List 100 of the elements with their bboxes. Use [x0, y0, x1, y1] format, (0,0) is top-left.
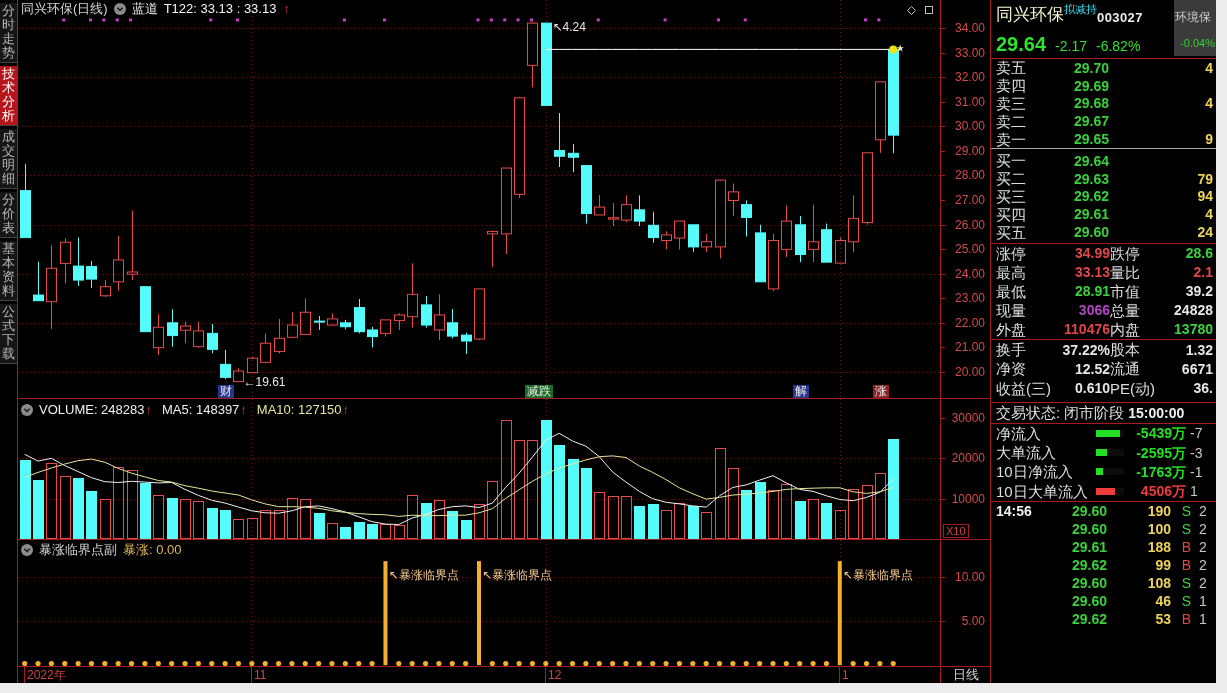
sidebar-tab[interactable]: 分时走势	[0, 3, 17, 63]
candlestick	[781, 205, 792, 258]
stat-value: 39.2	[1185, 283, 1213, 300]
chevron-circle-icon[interactable]	[21, 403, 33, 416]
status-label: 交易状态:	[996, 404, 1061, 422]
tick-price: 29.60	[1072, 574, 1108, 591]
volume-bar	[220, 510, 231, 539]
volume-bar	[233, 519, 244, 539]
stat-value: 12.52	[1074, 360, 1110, 377]
candlestick	[447, 308, 458, 339]
trend-arrow: ↑	[240, 402, 247, 417]
stat-label: 换手	[996, 341, 1027, 359]
candlestick	[835, 237, 846, 264]
indicator-reading: 暴涨: 0.00	[123, 542, 182, 557]
volume-bar	[821, 503, 832, 539]
volume-bar	[634, 506, 645, 539]
axis-tick-label: 30000	[951, 411, 985, 425]
candlestick	[434, 293, 445, 341]
stat-label: 最高	[996, 263, 1027, 281]
notice-tag[interactable]: 拟减持	[1064, 3, 1097, 15]
diamond-icon[interactable]	[907, 6, 916, 15]
order-volume: 9	[1205, 131, 1213, 148]
tick-count: 1	[1199, 610, 1207, 627]
event-tag[interactable]: 涨	[872, 385, 889, 398]
sidebar-tab[interactable]: 技术分析	[0, 66, 17, 126]
axis-tick-label: 34.00	[954, 21, 985, 35]
axis-tick-label: 28.00	[954, 168, 985, 182]
signal-marker	[476, 18, 480, 22]
volume-bar	[127, 470, 138, 539]
signal-marker	[743, 18, 747, 22]
legend-text: MA10: 127150	[256, 402, 342, 417]
square-icon[interactable]	[925, 6, 933, 14]
volume-bar	[741, 490, 752, 539]
volume-bar	[875, 473, 886, 539]
stat-label: 涨停	[996, 244, 1027, 262]
event-tag[interactable]: 解	[792, 385, 809, 398]
sidebar-tab[interactable]: 分价表	[0, 192, 17, 238]
flow-value: 1	[1190, 483, 1198, 500]
candlestick	[821, 223, 832, 263]
flow-value: -2595万	[1136, 444, 1186, 461]
volume-bar	[247, 518, 258, 539]
stat-label: 市值	[1110, 282, 1141, 300]
order-level-label: 买四	[996, 205, 1027, 223]
volume-bar	[407, 495, 418, 539]
stat-label: 股本	[1110, 341, 1141, 359]
volume-bar	[795, 501, 806, 539]
volume-bar	[434, 500, 445, 539]
volume-bar	[340, 527, 351, 539]
order-price: 29.68	[1074, 95, 1110, 112]
candlestick	[554, 112, 565, 168]
candlestick	[233, 367, 244, 383]
sidebar-tab[interactable]: 成交明细	[0, 129, 17, 189]
order-volume: 4	[1205, 206, 1213, 223]
tick-side: B	[1181, 538, 1191, 555]
trend-arrow: ↑	[145, 402, 152, 417]
volume-bar	[367, 524, 378, 539]
candlestick	[594, 194, 605, 216]
stat-value: 34.99	[1074, 245, 1110, 262]
axis-tick-label: 20000	[951, 451, 985, 465]
chevron-circle-icon[interactable]	[21, 543, 33, 556]
event-tag[interactable]: 财	[218, 385, 235, 398]
sector-panel[interactable]: 环境保 -0.04%	[1174, 0, 1216, 56]
candlestick	[648, 211, 659, 244]
candlestick	[274, 318, 285, 354]
volume-bar	[153, 495, 164, 539]
sidebar-tab[interactable]: 公式下载	[0, 304, 17, 364]
volume-bar	[100, 499, 111, 539]
candlestick	[220, 349, 231, 380]
signal-marker	[596, 18, 600, 22]
sidebar-tab[interactable]: 基本资料	[0, 241, 17, 301]
tick-side: S	[1181, 520, 1191, 537]
stat-value: 1.32	[1185, 341, 1213, 358]
volume-bar	[447, 511, 458, 539]
chevron-circle-icon[interactable]	[113, 2, 126, 15]
volume-bar	[461, 520, 472, 539]
volume-bar	[862, 485, 873, 539]
tick-count: 2	[1199, 520, 1207, 537]
candlestick	[795, 215, 806, 263]
flow-value: -1763万	[1136, 464, 1186, 480]
axis-unit-label: X10	[943, 524, 969, 538]
flow-value: -3	[1190, 444, 1203, 461]
event-tag[interactable]: 减跌	[525, 385, 554, 398]
volume-bar	[781, 484, 792, 539]
date-axis-label: 12	[545, 667, 562, 683]
axis-tick-label: 24.00	[954, 267, 985, 281]
candlestick	[314, 315, 325, 331]
order-level-label: 买一	[996, 152, 1027, 170]
order-volume: 24	[1197, 224, 1213, 241]
status-value: 闭市阶段	[1064, 404, 1125, 422]
flow-value: -7	[1190, 425, 1203, 442]
candlestick	[421, 295, 432, 329]
axis-tick-label: 5.00	[961, 614, 985, 628]
tick-price: 29.62	[1072, 556, 1108, 573]
tick-price: 29.61	[1072, 538, 1108, 555]
order-price: 29.60	[1074, 224, 1110, 241]
candlestick	[354, 298, 365, 334]
order-volume: 94	[1197, 188, 1213, 205]
volume-bar	[701, 512, 712, 539]
volume-bar	[594, 492, 605, 539]
volume-bar	[688, 506, 699, 539]
